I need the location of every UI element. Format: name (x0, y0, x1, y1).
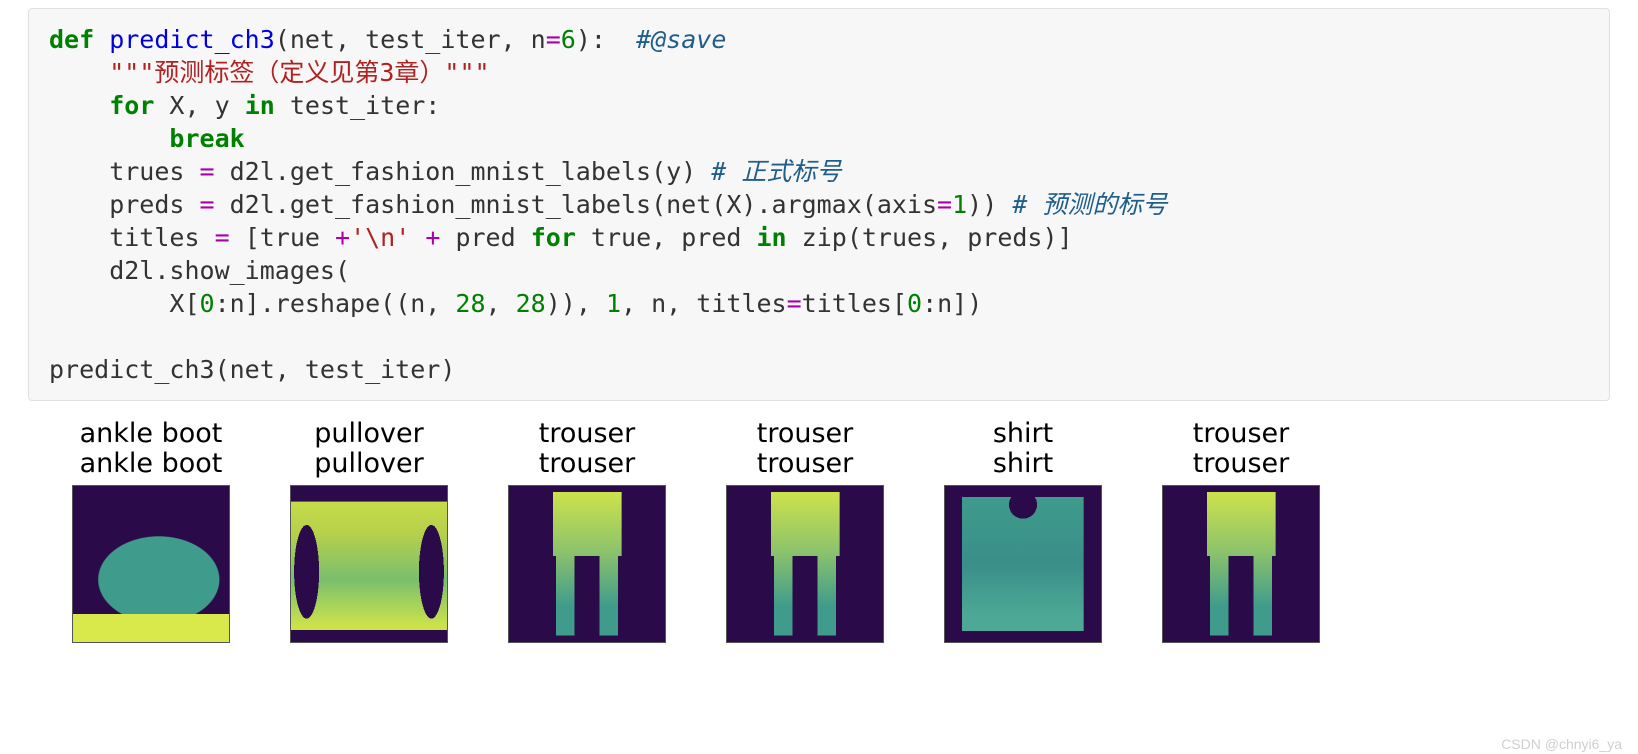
tile-1: pullover pullover (290, 419, 448, 643)
code-cell: def predict_ch3(net, test_iter, n=6): #@… (28, 8, 1610, 401)
tile-3: trouser trouser (726, 419, 884, 643)
tile-2: trouser trouser (508, 419, 666, 643)
image-gallery: ankle boot ankle boot pullover pullover … (72, 419, 1638, 643)
watermark: CSDN @chnyi6_ya (1501, 736, 1622, 752)
fashion-mnist-image (72, 485, 230, 643)
comment-true: # 正式标号 (711, 157, 841, 186)
fashion-mnist-image (726, 485, 884, 643)
caption-0: ankle boot ankle boot (80, 419, 223, 479)
kw-def: def (49, 25, 94, 54)
tile-4: shirt shirt (944, 419, 1102, 643)
fashion-mnist-image (944, 485, 1102, 643)
kw-break: break (169, 124, 244, 153)
tile-0: ankle boot ankle boot (72, 419, 230, 643)
caption-5: trouser trouser (1193, 419, 1290, 479)
call-line: predict_ch3(net, test_iter) (49, 355, 455, 384)
fashion-mnist-image (290, 485, 448, 643)
caption-1: pullover pullover (314, 419, 423, 479)
caption-3: trouser trouser (757, 419, 854, 479)
tile-5: trouser trouser (1162, 419, 1320, 643)
caption-4: shirt shirt (993, 419, 1053, 479)
decorator-save: #@save (636, 25, 726, 54)
caption-2: trouser trouser (539, 419, 636, 479)
fashion-mnist-image (1162, 485, 1320, 643)
fn-name: predict_ch3 (94, 25, 275, 54)
comment-pred: # 预测的标号 (1012, 190, 1167, 219)
fashion-mnist-image (508, 485, 666, 643)
docstring: """预测标签（定义见第3章）""" (109, 58, 489, 87)
